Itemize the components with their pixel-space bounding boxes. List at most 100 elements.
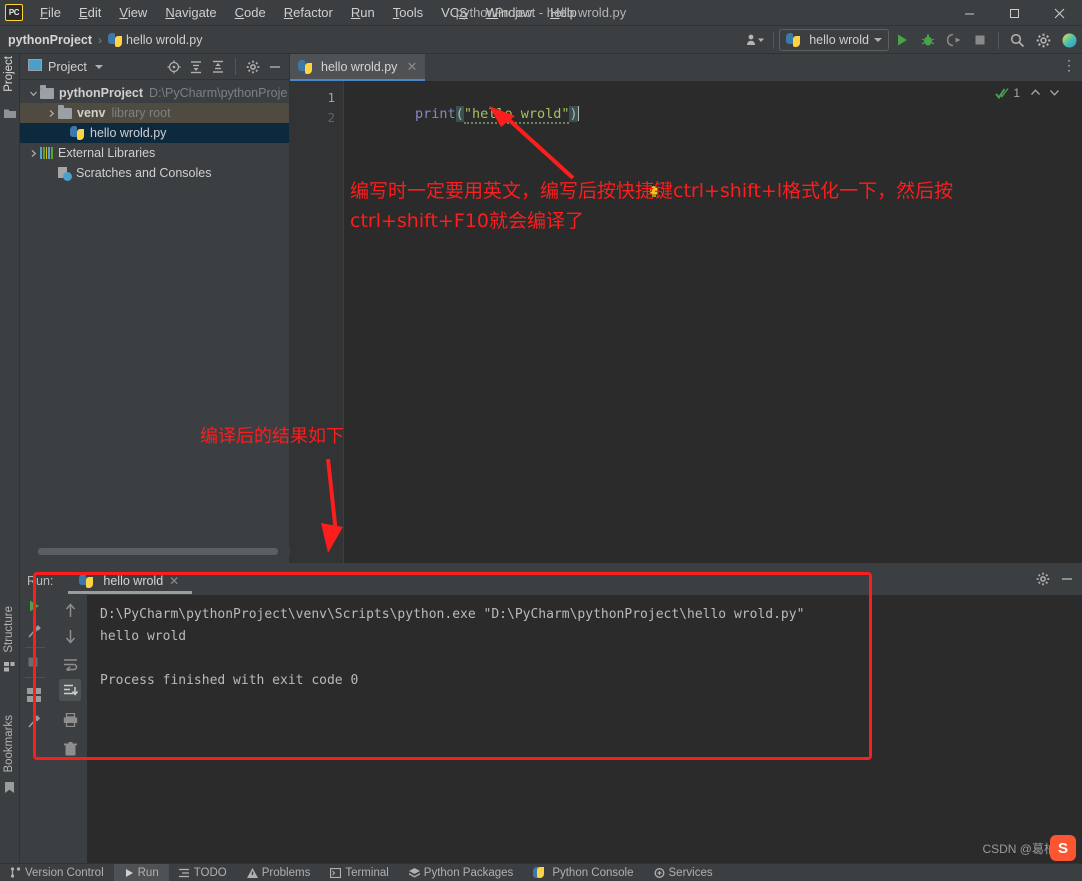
print-icon[interactable]	[59, 709, 81, 731]
folder-icon	[58, 104, 72, 119]
scroll-up-icon[interactable]	[59, 599, 81, 621]
soft-wrap-icon[interactable]	[59, 653, 81, 675]
project-toolbar-separator	[235, 58, 236, 75]
settings-gear-icon[interactable]	[1030, 28, 1056, 52]
menu-vcs[interactable]: VCS	[432, 2, 477, 23]
status-label: Services	[668, 866, 713, 879]
sidebar-tab-project[interactable]: Project	[3, 56, 15, 92]
status-item-todo[interactable]: TODO	[169, 864, 237, 881]
menu-refactor[interactable]: Refactor	[275, 2, 342, 23]
code-editor[interactable]: 1 2 print("hello wrold") 1	[290, 81, 1082, 563]
chevron-down-icon[interactable]	[26, 89, 40, 98]
editor-options-icon[interactable]: ⋮	[1062, 58, 1076, 72]
run-tab-hello-wrold[interactable]: hello wrold ✕	[79, 574, 179, 588]
locate-icon[interactable]	[164, 57, 184, 77]
branch-icon	[10, 867, 21, 878]
run-button[interactable]	[889, 28, 915, 52]
chevron-right-icon[interactable]	[44, 109, 58, 118]
line-number-2: 2	[327, 110, 335, 125]
layout-icon[interactable]	[27, 688, 43, 704]
bookmark-icon[interactable]	[4, 781, 16, 793]
console-output[interactable]: D:\PyCharm\pythonProject\venv\Scripts\py…	[87, 595, 1082, 863]
editor-tab-bar: hello wrold.py ✕ ⋮	[290, 54, 1082, 81]
user-avatar[interactable]	[1056, 28, 1082, 52]
editor-tab-hello-wrold-py[interactable]: hello wrold.py ✕	[290, 54, 426, 81]
scroll-down-icon[interactable]	[59, 625, 81, 647]
inspection-next-icon[interactable]	[1049, 86, 1060, 100]
status-label: Terminal	[345, 866, 389, 879]
services-icon	[654, 867, 664, 878]
chevron-down-icon	[874, 38, 882, 42]
project-folder-icon[interactable]	[4, 106, 16, 118]
share-project-icon[interactable]	[742, 28, 768, 52]
run-configuration-selector[interactable]: hello wrold	[779, 29, 889, 51]
debug-button[interactable]	[915, 28, 941, 52]
sidebar-tab-structure[interactable]: Structure	[3, 606, 15, 653]
hide-panel-icon[interactable]	[265, 57, 285, 77]
hide-panel-icon[interactable]	[1060, 572, 1074, 591]
toolbar-separator-2	[998, 31, 999, 49]
tree-node-pythonproject[interactable]: pythonProject D:\PyCharm\pythonProje	[20, 83, 289, 103]
menu-edit[interactable]: Edit	[70, 2, 110, 23]
status-item-problems[interactable]: Problems	[237, 864, 321, 881]
stop-icon[interactable]	[27, 655, 43, 671]
code-token-print: print	[415, 106, 456, 122]
breadcrumb-file[interactable]: hello wrold.py	[126, 33, 202, 47]
editor-vertical-scrollbar[interactable]	[1069, 81, 1082, 563]
maximize-button[interactable]	[992, 0, 1037, 26]
minimize-button[interactable]	[947, 0, 992, 26]
close-icon[interactable]: ✕	[406, 59, 417, 75]
menu-window[interactable]: Window	[477, 2, 541, 23]
run-panel-header-buttons	[1036, 572, 1074, 591]
close-icon[interactable]: ✕	[169, 574, 179, 588]
menu-help[interactable]: Help	[541, 2, 586, 23]
status-label: Run	[137, 866, 159, 879]
settings-gear-icon[interactable]	[1036, 572, 1050, 591]
status-item-python-console[interactable]: Python Console	[523, 864, 643, 881]
pycharm-window: PC File Edit View Navigate Code Refactor…	[0, 0, 1082, 881]
close-button[interactable]	[1037, 0, 1082, 26]
search-everywhere-icon[interactable]	[1004, 28, 1030, 52]
chevron-right-icon[interactable]	[26, 149, 40, 158]
trash-icon[interactable]	[59, 738, 81, 760]
play-icon	[125, 868, 133, 877]
menu-file[interactable]: File	[31, 2, 70, 23]
status-item-services[interactable]: Services	[644, 864, 723, 881]
tree-node-hello-wrold-py[interactable]: hello wrold.py	[20, 123, 289, 143]
editor-gutter[interactable]: 1 2	[290, 81, 344, 563]
project-scope-chevron-icon[interactable]	[94, 64, 103, 69]
menu-navigate[interactable]: Navigate	[156, 2, 225, 23]
tree-node-scratches-and-consoles[interactable]: Scratches and Consoles	[20, 163, 289, 183]
breadcrumb-project[interactable]: pythonProject	[8, 33, 92, 47]
editor-area: hello wrold.py ✕ ⋮ 1 2 print("hello wrol…	[290, 54, 1082, 563]
tree-node-venv[interactable]: venv library root	[20, 103, 289, 123]
expand-all-icon[interactable]	[186, 57, 206, 77]
inspection-widget[interactable]: 1	[995, 82, 1060, 104]
stop-button[interactable]	[967, 28, 993, 52]
tree-label-external-libraries: External Libraries	[58, 146, 156, 160]
menu-bar: File Edit View Navigate Code Refactor Ru…	[31, 0, 586, 26]
sidebar-tab-bookmarks[interactable]: Bookmarks	[3, 715, 15, 773]
status-item-terminal[interactable]: Terminal	[320, 864, 398, 881]
tree-label-venv: venv	[77, 106, 106, 120]
collapse-all-icon[interactable]	[208, 57, 228, 77]
rerun-icon[interactable]	[27, 599, 43, 615]
structure-icon[interactable]	[4, 659, 16, 672]
settings-gear-icon[interactable]	[243, 57, 263, 77]
scroll-to-end-icon[interactable]	[59, 679, 81, 701]
pin-icon[interactable]	[27, 715, 43, 731]
status-item-version-control[interactable]: Version Control	[0, 864, 114, 881]
rerun-debug-icon[interactable]	[27, 625, 43, 641]
project-horizontal-scrollbar[interactable]	[38, 548, 296, 555]
menu-code[interactable]: Code	[226, 2, 275, 23]
breadcrumb: pythonProject › hello wrold.py	[8, 32, 202, 47]
menu-tools[interactable]: Tools	[384, 2, 432, 23]
inspection-prev-icon[interactable]	[1030, 86, 1041, 100]
status-item-run[interactable]: Run	[113, 864, 169, 881]
status-item-python-packages[interactable]: Python Packages	[399, 864, 524, 881]
code-line-1[interactable]: print("hello wrold")	[350, 90, 580, 138]
menu-run[interactable]: Run	[342, 2, 384, 23]
tree-node-external-libraries[interactable]: External Libraries	[20, 143, 289, 163]
menu-view[interactable]: View	[110, 2, 156, 23]
coverage-button[interactable]	[941, 28, 967, 52]
